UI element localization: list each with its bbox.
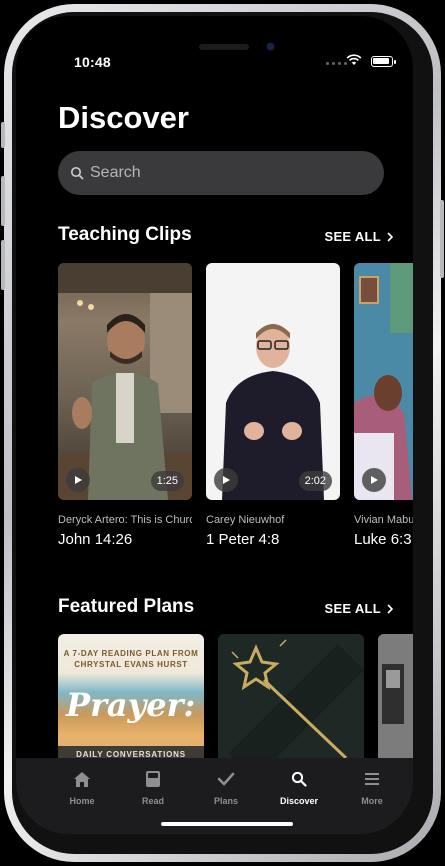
clip-thumbnail[interactable]: 2:02 bbox=[206, 263, 340, 500]
status-time: 10:48 bbox=[74, 54, 111, 70]
clip-card[interactable]: Vivian Mabu Luke 6:3 bbox=[354, 263, 413, 548]
tab-label: More bbox=[361, 796, 383, 806]
page-title: Discover bbox=[58, 100, 189, 135]
clip-thumbnail[interactable] bbox=[354, 263, 413, 500]
featured-plans-title: Featured Plans bbox=[58, 596, 195, 617]
chevron-right-icon bbox=[387, 231, 393, 242]
tab-more[interactable]: More bbox=[342, 768, 402, 806]
volume-up-button bbox=[1, 176, 5, 226]
plan-card[interactable]: A 7-DAY READING PLAN FROM CHRYSTAL EVANS… bbox=[58, 634, 204, 764]
clip-thumbnail[interactable]: 1:25 bbox=[58, 263, 192, 500]
speaker-illustration bbox=[354, 263, 413, 500]
featured-plans-see-all[interactable]: SEE ALL bbox=[324, 601, 393, 616]
tab-label: Plans bbox=[213, 796, 238, 806]
plan-card[interactable] bbox=[378, 634, 413, 764]
tab-label: Discover bbox=[279, 796, 319, 806]
see-all-label: SEE ALL bbox=[324, 229, 381, 244]
battery-icon bbox=[371, 56, 396, 67]
tab-label: Read bbox=[141, 796, 164, 806]
chevron-right-icon bbox=[387, 603, 393, 614]
power-button bbox=[440, 200, 444, 278]
tab-discover[interactable]: Discover bbox=[269, 768, 329, 806]
tab-home[interactable]: Home bbox=[52, 768, 112, 806]
volume-down-button bbox=[1, 240, 5, 290]
plan-script-title: Prayer: bbox=[66, 686, 196, 724]
mute-switch bbox=[1, 122, 5, 148]
tab-label: Home bbox=[69, 796, 95, 806]
magic-wand-illustration bbox=[218, 634, 364, 764]
status-bar: 10:48 bbox=[16, 16, 413, 70]
book-icon bbox=[146, 771, 160, 787]
clip-speaker: Carey Nieuwhof bbox=[206, 514, 285, 526]
clip-card[interactable]: 1:25 Deryck Artero: This is Churc John 1… bbox=[58, 263, 192, 548]
screen: 10:48 Discover Teaching Clips SEE ALL bbox=[16, 16, 413, 834]
play-icon bbox=[75, 476, 82, 484]
speaker-illustration bbox=[58, 263, 192, 500]
plan-card[interactable] bbox=[218, 634, 364, 764]
clip-reference: Luke 6:3 bbox=[354, 531, 412, 548]
checkmark-icon bbox=[217, 772, 235, 786]
featured-plans-carousel[interactable]: A 7-DAY READING PLAN FROM CHRYSTAL EVANS… bbox=[58, 634, 413, 764]
teaching-clips-carousel[interactable]: 1:25 Deryck Artero: This is Churc John 1… bbox=[58, 263, 413, 563]
speaker-illustration bbox=[222, 324, 324, 500]
play-icon bbox=[223, 476, 230, 484]
see-all-label: SEE ALL bbox=[324, 601, 381, 616]
teaching-clips-title: Teaching Clips bbox=[58, 224, 192, 245]
search-bar[interactable] bbox=[58, 151, 384, 195]
home-indicator[interactable] bbox=[161, 822, 293, 826]
home-icon bbox=[74, 771, 90, 787]
signal-dots-icon bbox=[326, 62, 347, 65]
wifi-icon bbox=[346, 54, 362, 65]
clip-duration: 1:25 bbox=[150, 471, 184, 491]
clip-duration: 2:02 bbox=[298, 471, 332, 491]
play-button[interactable] bbox=[66, 468, 90, 492]
phone-frame: 10:48 Discover Teaching Clips SEE ALL bbox=[1, 4, 444, 862]
menu-icon bbox=[365, 773, 379, 785]
play-button[interactable] bbox=[362, 468, 386, 492]
search-icon bbox=[70, 166, 84, 180]
plan-subtitle: A 7-DAY READING PLAN FROM CHRYSTAL EVANS… bbox=[63, 649, 199, 669]
search-input[interactable] bbox=[90, 164, 350, 182]
clip-speaker: Deryck Artero: This is Churc bbox=[58, 514, 192, 526]
play-icon bbox=[371, 476, 378, 484]
clip-speaker: Vivian Mabu bbox=[354, 514, 413, 526]
search-icon bbox=[291, 771, 307, 787]
play-button[interactable] bbox=[214, 468, 238, 492]
clip-reference: John 14:26 bbox=[58, 531, 133, 548]
clip-card[interactable]: 2:02 Carey Nieuwhof 1 Peter 4:8 bbox=[206, 263, 340, 548]
teaching-clips-see-all[interactable]: SEE ALL bbox=[324, 229, 393, 244]
plan-photo bbox=[378, 634, 413, 764]
tab-read[interactable]: Read bbox=[123, 768, 183, 806]
clip-reference: 1 Peter 4:8 bbox=[206, 531, 280, 548]
tab-plans[interactable]: Plans bbox=[196, 768, 256, 806]
